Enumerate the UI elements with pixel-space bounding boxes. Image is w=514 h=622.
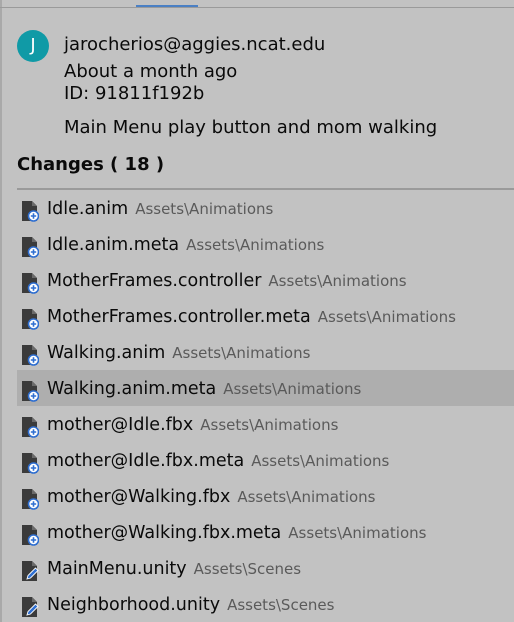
change-file-path: Assets\Animations bbox=[223, 380, 362, 398]
file-modified-icon bbox=[21, 596, 39, 618]
change-file-path: Assets\Animations bbox=[186, 236, 325, 254]
change-file-name: mother@Walking.fbx Assets\Animations bbox=[47, 487, 376, 507]
change-file-name: Idle.anim.meta Assets\Animations bbox=[47, 235, 325, 255]
file-added-icon bbox=[21, 488, 40, 510]
change-file-name: Idle.anim Assets\Animations bbox=[47, 199, 274, 219]
change-row[interactable]: mother@Walking.fbx Assets\Animations bbox=[17, 478, 514, 514]
file-modified-icon bbox=[21, 560, 39, 582]
change-row[interactable]: mother@Idle.fbx.meta Assets\Animations bbox=[17, 442, 514, 478]
changes-header: Changes ( 18 ) bbox=[17, 154, 165, 175]
file-added-icon bbox=[21, 524, 40, 546]
commit-id: ID: 91811f192b bbox=[64, 83, 205, 104]
change-file-name: MotherFrames.controller.meta Assets\Anima… bbox=[47, 307, 456, 327]
change-row[interactable]: mother@Walking.fbx.meta Assets\Animations bbox=[17, 514, 514, 550]
file-added-icon bbox=[21, 416, 40, 438]
change-file-name: Walking.anim.meta Assets\Animations bbox=[47, 379, 362, 399]
file-added-icon bbox=[21, 236, 40, 258]
change-row[interactable]: Walking.anim Assets\Animations bbox=[17, 334, 514, 370]
file-added-icon bbox=[21, 344, 40, 366]
change-file-path: Assets\Scenes bbox=[227, 596, 335, 614]
file-added-icon bbox=[21, 308, 40, 330]
change-file-name: mother@Walking.fbx.meta Assets\Animations bbox=[47, 523, 427, 543]
commit-details: J jarocherios@aggies.ncat.edu About a mo… bbox=[0, 8, 514, 148]
file-added-icon bbox=[21, 452, 40, 474]
change-file-name: mother@Idle.fbx.meta Assets\Animations bbox=[47, 451, 390, 471]
change-file-path: Assets\Animations bbox=[172, 344, 311, 362]
change-row[interactable]: MotherFrames.controller Assets\Animations bbox=[17, 262, 514, 298]
author-avatar: J bbox=[17, 30, 49, 62]
change-row-selected[interactable]: Walking.anim.meta Assets\Animations bbox=[17, 370, 514, 406]
change-file-path: Assets\Animations bbox=[288, 524, 427, 542]
change-row[interactable]: Idle.anim Assets\Animations bbox=[17, 190, 514, 226]
change-row[interactable]: mother@Idle.fbx Assets\Animations bbox=[17, 406, 514, 442]
change-row[interactable]: MotherFrames.controller.meta Assets\Anima… bbox=[17, 298, 514, 334]
change-row[interactable]: Neighborhood.unity Assets\Scenes bbox=[17, 586, 514, 622]
file-added-icon bbox=[21, 200, 40, 222]
change-file-path: Assets\Animations bbox=[317, 308, 456, 326]
change-file-name: Neighborhood.unity Assets\Scenes bbox=[47, 595, 335, 615]
change-file-path: Assets\Animations bbox=[237, 488, 376, 506]
author-email: jarocherios@aggies.ncat.edu bbox=[64, 34, 326, 55]
tab-strip bbox=[0, 0, 514, 8]
change-file-path: Assets\Animations bbox=[200, 416, 339, 434]
file-added-icon bbox=[21, 272, 40, 294]
change-file-path: Assets\Scenes bbox=[193, 560, 302, 578]
changes-list: Idle.anim Assets\Animations Idle.anim.met… bbox=[17, 190, 514, 622]
change-row[interactable]: Idle.anim.meta Assets\Animations bbox=[17, 226, 514, 262]
change-file-path: Assets\Animations bbox=[251, 452, 390, 470]
commit-time: About a month ago bbox=[64, 61, 238, 82]
change-file-path: Assets\Animations bbox=[135, 200, 274, 218]
change-row[interactable]: MainMenu.unity Assets\Scenes bbox=[17, 550, 514, 586]
change-file-name: MotherFrames.controller Assets\Animations bbox=[47, 271, 407, 291]
change-file-name: mother@Idle.fbx Assets\Animations bbox=[47, 415, 339, 435]
change-file-path: Assets\Animations bbox=[268, 272, 407, 290]
change-file-name: Walking.anim Assets\Animations bbox=[47, 343, 311, 363]
change-file-name: MainMenu.unity Assets\Scenes bbox=[47, 559, 302, 579]
commit-message: Main Menu play button and mom walking bbox=[64, 117, 438, 138]
file-added-icon bbox=[21, 380, 40, 402]
